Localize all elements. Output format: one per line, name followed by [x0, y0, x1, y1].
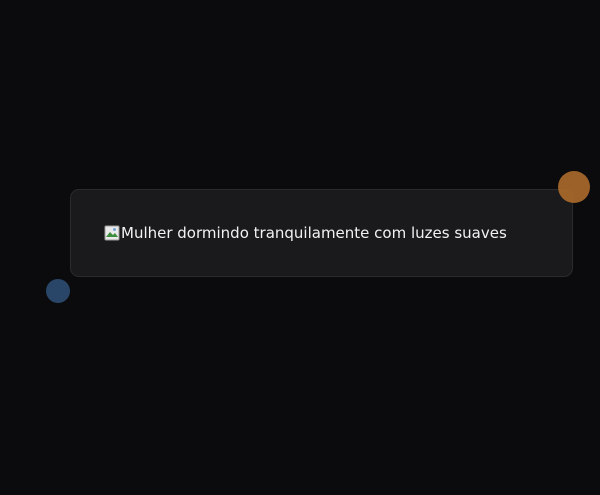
- blue-decorative-dot: [46, 279, 70, 303]
- page-canvas: Mulher dormindo tranquilamente com luzes…: [0, 0, 600, 495]
- broken-image-icon: [104, 225, 120, 241]
- broken-image: Mulher dormindo tranquilamente com luzes…: [104, 223, 507, 243]
- image-alt-text: Mulher dormindo tranquilamente com luzes…: [121, 224, 507, 242]
- orange-decorative-dot: [558, 171, 590, 203]
- image-card: Mulher dormindo tranquilamente com luzes…: [70, 189, 573, 277]
